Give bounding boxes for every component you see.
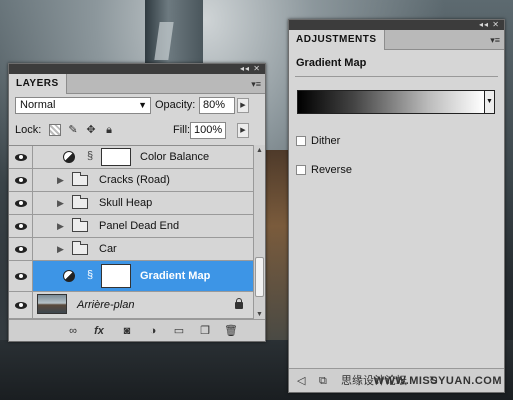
expand-triangle-icon[interactable]: ▶ — [57, 244, 64, 255]
layer-row-color-balance[interactable]: § Color Balance — [9, 146, 253, 169]
visibility-toggle[interactable] — [9, 169, 33, 191]
eye-icon — [14, 153, 27, 161]
fx-icon[interactable]: fx — [91, 324, 107, 338]
adjustment-title: Gradient Map — [296, 57, 367, 69]
layer-name: Gradient Map — [140, 270, 211, 282]
folder-icon — [72, 218, 88, 232]
adjustment-layer-icon — [63, 270, 75, 282]
dither-label: Dither — [311, 135, 341, 147]
folder-icon — [72, 172, 88, 186]
eye-icon — [14, 176, 27, 184]
back-arrow-icon[interactable]: ◁ — [297, 374, 305, 388]
tab-layers[interactable]: LAYERS — [9, 74, 67, 94]
opacity-input[interactable]: 80% — [199, 97, 235, 114]
chain-link-icon[interactable]: § — [87, 150, 93, 162]
layers-panel: ◂◂ ✕ LAYERS ▾≡ Normal ▼ Opacity: 80% ▶ L… — [8, 63, 266, 342]
lock-all-icon[interactable]: 🔒︎ — [103, 124, 115, 136]
divider — [295, 76, 498, 77]
fill-slider-button[interactable]: ▶ — [237, 123, 249, 138]
panel-menu-icon[interactable]: ▾≡ — [490, 34, 500, 46]
blend-mode-select[interactable]: Normal ▼ — [15, 97, 151, 114]
collapse-icon[interactable]: ◂◂ ✕ — [240, 64, 261, 74]
fill-label: Fill: — [173, 124, 191, 136]
panel-header-strip[interactable]: ◂◂ ✕ — [9, 64, 265, 74]
layer-mask-thumbnail[interactable] — [101, 148, 131, 166]
folder-icon — [72, 195, 88, 209]
chevron-down-icon: ▼ — [138, 100, 147, 110]
visibility-toggle[interactable] — [9, 238, 33, 260]
layers-tabbar: LAYERS ▾≡ — [9, 74, 265, 94]
reverse-checkbox[interactable] — [296, 165, 306, 175]
panel-menu-icon[interactable]: ▾≡ — [251, 78, 261, 90]
layer-name: Skull Heap — [99, 197, 153, 209]
layer-row-panel-dead-end[interactable]: ▶ Panel Dead End — [9, 215, 253, 238]
layer-name: Car — [99, 243, 117, 255]
visibility-toggle[interactable] — [9, 261, 33, 291]
trash-icon[interactable]: 🗑︎ — [223, 324, 239, 338]
scroll-up-icon[interactable]: ▲ — [255, 146, 264, 155]
tab-adjustments[interactable]: ADJUSTMENTS — [289, 30, 385, 50]
eye-icon — [14, 245, 27, 253]
layer-name: Cracks (Road) — [99, 174, 170, 186]
layer-row-cracks-road[interactable]: ▶ Cracks (Road) — [9, 169, 253, 192]
adjustment-layer-icon — [63, 151, 75, 163]
visibility-toggle[interactable] — [9, 146, 33, 168]
scroll-down-icon[interactable]: ▼ — [255, 310, 264, 319]
eye-icon — [14, 272, 27, 280]
collapse-icon[interactable]: ◂◂ ✕ — [479, 20, 500, 30]
expand-triangle-icon[interactable]: ▶ — [57, 175, 64, 186]
chain-link-icon[interactable]: § — [87, 269, 93, 281]
expand-triangle-icon[interactable]: ▶ — [57, 221, 64, 232]
visibility-toggle[interactable] — [9, 215, 33, 237]
adjustment-icon[interactable]: ◑ — [145, 324, 161, 338]
gradient-preview[interactable] — [297, 90, 485, 114]
fill-input[interactable]: 100% — [190, 122, 226, 139]
eye-icon — [14, 199, 27, 207]
lock-position-move-icon[interactable]: ✥ — [85, 124, 97, 136]
background-tower — [145, 0, 203, 70]
layer-row-gradient-map[interactable]: § Gradient Map — [9, 261, 253, 292]
adjustments-tabbar: ADJUSTMENTS ▾≡ — [289, 30, 504, 50]
layer-name: Arrière-plan — [77, 299, 135, 311]
reverse-label: Reverse — [311, 164, 352, 176]
layer-name: Color Balance — [140, 151, 210, 163]
layer-row-skull-heap[interactable]: ▶ Skull Heap — [9, 192, 253, 215]
expand-triangle-icon[interactable]: ▶ — [57, 198, 64, 209]
group-icon[interactable]: ▭ — [171, 324, 187, 338]
lock-paint-brush-icon[interactable]: ✎ — [67, 124, 79, 136]
blend-mode-value: Normal — [20, 99, 56, 111]
new-layer-icon[interactable]: ❐ — [197, 324, 213, 338]
opacity-slider-button[interactable]: ▶ — [237, 98, 249, 113]
lock-label: Lock: — [15, 124, 42, 136]
layers-scrollbar[interactable]: ▲ ▼ — [253, 145, 265, 320]
layers-footer: ∞ fx ◙ ◑ ▭ ❐ 🗑︎ — [9, 319, 265, 341]
link-icon[interactable]: ∞ — [65, 324, 81, 338]
scroll-thumb[interactable] — [255, 257, 264, 297]
visibility-toggle[interactable] — [9, 192, 33, 214]
dither-checkbox[interactable] — [296, 136, 306, 146]
layer-mask-thumbnail[interactable] — [101, 264, 131, 288]
adjustments-panel: ◂◂ ✕ ADJUSTMENTS ▾≡ Gradient Map ▼ Dithe… — [288, 19, 505, 393]
expand-icon[interactable]: ⧉ — [319, 374, 327, 388]
layers-list: § Color Balance ▶ Cracks (Road) ▶ Skull … — [9, 145, 253, 320]
layer-row-car[interactable]: ▶ Car — [9, 238, 253, 261]
mask-icon[interactable]: ◙ — [119, 324, 135, 338]
eye-icon — [14, 301, 27, 309]
lock-transparency-icon[interactable] — [49, 124, 61, 136]
layer-name: Panel Dead End — [99, 220, 180, 232]
opacity-label: Opacity: — [155, 99, 196, 111]
folder-icon — [72, 241, 88, 255]
visibility-toggle[interactable] — [9, 292, 33, 318]
lock-icon — [235, 298, 243, 309]
adjustments-footer: ◁ ⧉ 思缘设计论坛 ↻ WWW.MISSYUAN.COM — [289, 368, 504, 392]
layer-thumbnail[interactable] — [37, 294, 67, 314]
layer-row-background[interactable]: Arrière-plan — [9, 292, 253, 319]
eye-icon — [14, 222, 27, 230]
panel-header-strip[interactable]: ◂◂ ✕ — [289, 20, 504, 30]
watermark-text: WWW.MISSYUAN.COM — [373, 375, 502, 387]
gradient-dropdown-button[interactable]: ▼ — [485, 90, 495, 114]
